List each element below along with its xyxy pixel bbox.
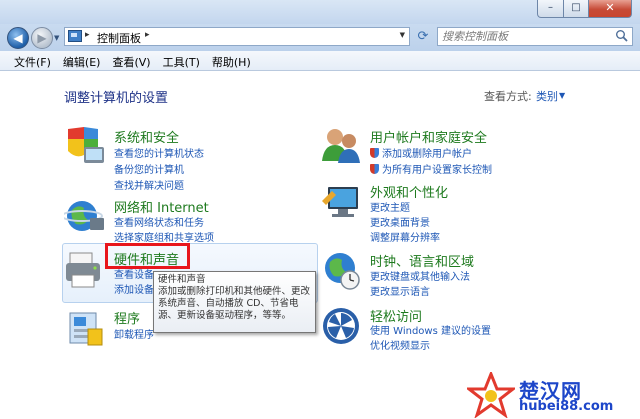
- printer-icon: [66, 252, 100, 288]
- uac-shield-icon: [370, 164, 379, 174]
- programs-icon: [69, 312, 103, 346]
- link-windows-suggested-settings[interactable]: 使用 Windows 建议的设置: [370, 322, 491, 337]
- page-title: 调整计算机的设置: [64, 91, 169, 106]
- window-titlebar: – □ ✕: [0, 0, 640, 24]
- recent-pages-dropdown-icon[interactable]: ▼: [54, 34, 59, 42]
- category-title[interactable]: 程序: [114, 308, 140, 327]
- view-by-chevron-down-icon[interactable]: ▼: [559, 91, 565, 100]
- link-find-fix-problems[interactable]: 查找并解决问题: [114, 177, 184, 192]
- menu-bar: 文件(F) 编辑(E) 查看(V) 工具(T) 帮助(H): [0, 51, 640, 71]
- navigation-bar: ◀ ▶ ▼ ▸ 控制面板 ▸ ▼ ⟳: [0, 24, 640, 51]
- link-view-computer-status[interactable]: 查看您的计算机状态: [114, 145, 204, 160]
- menu-help[interactable]: 帮助(H): [206, 51, 257, 70]
- link-change-display-language[interactable]: 更改显示语言: [370, 283, 430, 298]
- watermark-star-logo: [467, 372, 515, 418]
- link-network-status[interactable]: 查看网络状态和任务: [114, 214, 204, 229]
- link-homegroup-sharing[interactable]: 选择家庭组和共享选项: [114, 229, 214, 244]
- view-by-label: 查看方式:: [484, 90, 532, 103]
- minimize-button[interactable]: –: [537, 0, 564, 18]
- link-change-desktop-background[interactable]: 更改桌面背景: [370, 214, 430, 229]
- address-dropdown-icon[interactable]: ▼: [400, 31, 405, 39]
- menu-tools[interactable]: 工具(T): [157, 51, 206, 70]
- tooltip-hardware-sound: 硬件和声音 添加或删除打印机和其他硬件、更改 系统声音、自动播放 CD、节省电 …: [153, 271, 316, 333]
- search-icon[interactable]: [615, 29, 629, 43]
- link-backup-computer[interactable]: 备份您的计算机: [114, 161, 184, 176]
- category-title[interactable]: 用户帐户和家庭安全: [370, 127, 487, 146]
- link-add-device[interactable]: 添加设备: [114, 281, 154, 296]
- back-button[interactable]: ◀: [7, 27, 29, 49]
- view-by-dropdown[interactable]: 类别: [536, 88, 558, 104]
- red-highlight-annotation: [105, 243, 190, 269]
- search-input[interactable]: [442, 29, 607, 44]
- clock-globe-icon: [325, 253, 360, 290]
- menu-edit[interactable]: 编辑(E): [57, 51, 107, 70]
- maximize-button[interactable]: □: [564, 0, 589, 18]
- site-watermark: 楚汉网 hubei88.com: [467, 372, 637, 419]
- tooltip-title: 硬件和声音: [158, 274, 206, 285]
- link-change-theme[interactable]: 更改主题: [370, 199, 410, 214]
- address-bar[interactable]: ▸ 控制面板 ▸ ▼: [64, 27, 410, 46]
- uac-shield-icon: [370, 148, 379, 158]
- link-uninstall-program[interactable]: 卸载程序: [114, 326, 154, 341]
- tooltip-line: 源、更新设备驱动程序，等等。: [158, 310, 292, 321]
- tooltip-line: 添加或删除打印机和其他硬件、更改: [158, 286, 311, 297]
- caption-buttons: – □ ✕: [537, 0, 632, 18]
- link-change-keyboard[interactable]: 更改键盘或其他输入法: [370, 268, 470, 283]
- refresh-icon[interactable]: ⟳: [414, 29, 432, 45]
- network-globe-icon: [64, 201, 104, 231]
- breadcrumb-chevron-icon[interactable]: ▸: [145, 30, 150, 40]
- link-text[interactable]: 为所有用户设置家长控制: [382, 165, 492, 176]
- system-security-icon: [68, 127, 104, 163]
- tooltip-line: 系统声音、自动播放 CD、节省电: [158, 298, 299, 309]
- users-icon: [322, 129, 360, 163]
- search-box[interactable]: [437, 27, 633, 46]
- link-add-remove-users[interactable]: 添加或删除用户帐户: [370, 145, 472, 160]
- breadcrumb-control-panel[interactable]: 控制面板: [97, 30, 141, 46]
- menu-file[interactable]: 文件(F): [8, 51, 57, 70]
- breadcrumb-chevron-icon[interactable]: ▸: [85, 30, 90, 40]
- link-adjust-resolution[interactable]: 调整屏幕分辨率: [370, 229, 440, 244]
- category-title[interactable]: 系统和安全: [114, 127, 179, 146]
- link-text[interactable]: 添加或删除用户帐户: [382, 149, 472, 160]
- forward-button[interactable]: ▶: [31, 27, 53, 49]
- menu-view[interactable]: 查看(V): [106, 51, 156, 70]
- link-optimize-visual-display[interactable]: 优化视频显示: [370, 337, 430, 352]
- appearance-icon: [322, 187, 358, 217]
- close-button[interactable]: ✕: [589, 0, 632, 18]
- link-parental-controls[interactable]: 为所有用户设置家长控制: [370, 161, 492, 176]
- watermark-url: hubei88.com: [519, 399, 614, 414]
- control-panel-icon: [68, 30, 82, 42]
- ease-of-access-icon: [323, 308, 359, 344]
